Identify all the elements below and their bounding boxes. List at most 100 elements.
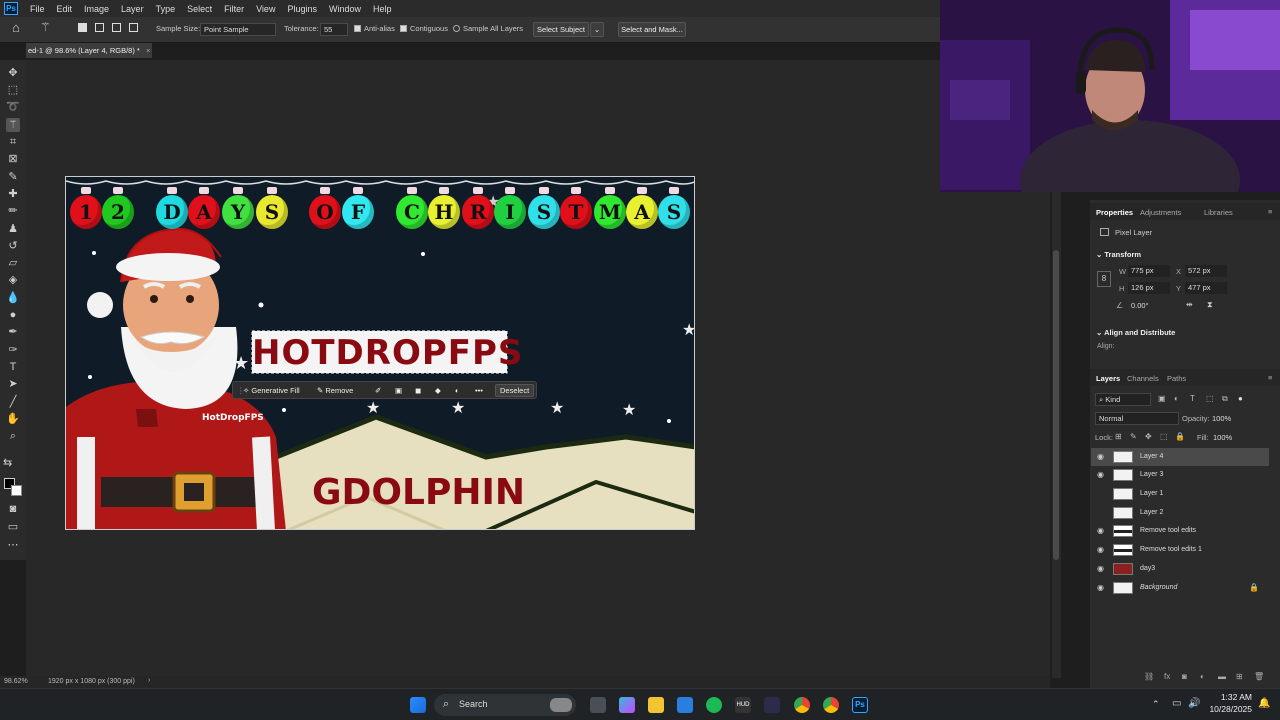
group-icon[interactable]: ▬ — [1218, 672, 1226, 681]
new-selection-icon[interactable] — [78, 23, 87, 32]
filter-toggle-icon[interactable]: ● — [1238, 394, 1243, 403]
menu-view[interactable]: View — [250, 4, 281, 14]
flip-vertical-icon[interactable]: ⧗ — [1207, 300, 1213, 310]
anti-alias-checkbox[interactable]: Anti-alias — [354, 23, 395, 35]
adjustment-layer-icon[interactable]: ◐ — [1200, 672, 1205, 681]
menu-file[interactable]: File — [24, 4, 51, 14]
generative-fill-button[interactable]: ✧ Generative Fill — [243, 385, 300, 396]
blend-mode-select[interactable]: Normal — [1095, 412, 1179, 425]
tolerance-input[interactable]: 55 — [320, 23, 348, 36]
windows-start-icon[interactable] — [410, 697, 426, 713]
quick-mask-icon[interactable]: ◙ — [6, 502, 20, 516]
contiguous-checkbox[interactable]: Contiguous — [400, 23, 448, 35]
marquee-tool-icon[interactable]: ⬚ — [6, 83, 20, 97]
layer-row[interactable]: ◉ Background 🔒 — [1091, 579, 1269, 597]
screen-mode-icon[interactable]: ▭ — [6, 520, 20, 534]
sample-all-layers-checkbox[interactable]: Sample All Layers — [453, 23, 523, 35]
menu-layer[interactable]: Layer — [115, 4, 150, 14]
history-brush-icon[interactable]: ↺ — [6, 239, 20, 253]
app-icon[interactable] — [764, 697, 780, 713]
layer-row[interactable]: ◉ day3 — [1091, 560, 1269, 578]
new-layer-icon[interactable]: ⊞ — [1236, 672, 1243, 681]
panel-menu-icon[interactable]: ≡ — [1268, 207, 1272, 216]
link-layers-icon[interactable]: ⛓ — [1144, 672, 1154, 681]
flip-horizontal-icon[interactable]: ⇹ — [1186, 300, 1193, 309]
eyedropper-tool-icon[interactable]: ✎ — [6, 170, 20, 184]
home-icon[interactable]: ⌂ — [12, 21, 20, 34]
notepad-icon[interactable] — [677, 697, 693, 713]
deselect-button[interactable]: Deselect — [495, 384, 535, 397]
height-input[interactable]: 126 px — [1128, 282, 1170, 294]
zoom-tool-icon[interactable]: ⌕ — [6, 429, 20, 443]
chrome-icon-2[interactable] — [823, 697, 839, 713]
pen-tool-icon[interactable]: ✒ — [6, 325, 20, 339]
eye-icon[interactable]: ◉ — [1097, 448, 1104, 466]
zoom-level[interactable]: 98.62% — [4, 678, 28, 685]
align-section[interactable]: ⌄ Align and Distribute — [1096, 328, 1175, 337]
menu-type[interactable]: Type — [150, 4, 182, 14]
swap-colors-icon[interactable]: ⇆ — [3, 456, 12, 469]
fill-input[interactable]: 100% — [1213, 431, 1245, 444]
menu-help[interactable]: Help — [367, 4, 398, 14]
edit-toolbar-icon[interactable]: ⋯ — [6, 538, 20, 552]
filter-shape-icon[interactable]: ⬚ — [1206, 394, 1214, 403]
menu-plugins[interactable]: Plugins — [281, 4, 323, 14]
clock-time[interactable]: 1:32 AM — [1200, 692, 1252, 702]
eraser-tool-icon[interactable]: ▱ — [6, 256, 20, 270]
layer-row[interactable]: ◉ Layer 3 — [1091, 466, 1269, 484]
notification-icon[interactable]: 🔔 — [1258, 698, 1270, 709]
clock-date[interactable]: 10/28/2025 — [1200, 704, 1252, 714]
menu-window[interactable]: Window — [323, 4, 367, 14]
more-options-button[interactable]: ••• — [475, 385, 483, 396]
type-tool-icon[interactable]: T — [6, 360, 20, 374]
crop-tool-icon[interactable]: ⌗ — [6, 135, 20, 149]
width-input[interactable]: 775 px — [1128, 265, 1170, 277]
spotify-icon[interactable] — [706, 697, 722, 713]
document-canvas[interactable]: ★ ★ ★ ★ ★ ★ ★ 1 2 D A Y S O F C H R I S … — [65, 176, 695, 530]
tab-layers[interactable]: Layers — [1096, 374, 1120, 383]
x-input[interactable]: 572 px — [1185, 265, 1227, 277]
magic-wand-tool-icon[interactable]: ⚚ — [6, 118, 20, 132]
menu-select[interactable]: Select — [181, 4, 218, 14]
menu-edit[interactable]: Edit — [51, 4, 79, 14]
blur-tool-icon[interactable]: 💧 — [6, 291, 20, 305]
modify-selection-icon[interactable]: ✐ — [375, 385, 381, 396]
layer-style-icon[interactable]: fx — [1164, 672, 1170, 681]
lasso-tool-icon[interactable]: ➰ — [6, 100, 20, 114]
copilot-icon[interactable] — [619, 697, 635, 713]
adjustment-icon[interactable]: ◐ — [455, 385, 460, 396]
select-subject-button[interactable]: Select Subject — [533, 22, 589, 37]
layer-row[interactable]: ◉ Layer 4 — [1091, 448, 1269, 466]
tab-adjustments[interactable]: Adjustments — [1140, 208, 1181, 217]
panel-menu-icon[interactable]: ≡ — [1268, 373, 1272, 382]
close-icon[interactable]: × — [146, 46, 150, 55]
y-input[interactable]: 477 px — [1185, 282, 1227, 294]
add-selection-icon[interactable] — [95, 23, 104, 32]
eye-icon[interactable]: ◉ — [1097, 560, 1104, 578]
lock-transparent-icon[interactable]: ⊞ — [1115, 432, 1122, 441]
hud-fx-icon[interactable]: HUD — [735, 697, 751, 713]
frame-tool-icon[interactable]: ⊠ — [6, 152, 20, 166]
file-explorer-icon[interactable] — [648, 697, 664, 713]
line-tool-icon[interactable]: ╱ — [6, 395, 20, 409]
chevron-down-icon[interactable]: ⌄ — [590, 22, 604, 37]
volume-icon[interactable]: 🔊 — [1188, 698, 1200, 709]
select-and-mask-button[interactable]: Select and Mask... — [618, 22, 686, 37]
photoshop-icon[interactable]: Ps — [852, 697, 868, 713]
expand-selection-icon[interactable]: ▣ — [395, 385, 402, 396]
lock-position-icon[interactable]: ✥ — [1145, 432, 1152, 441]
layer-row[interactable]: ◉ Remove tool edits 1 — [1091, 541, 1269, 559]
pen-tool-2-icon[interactable]: ✑ — [6, 343, 20, 357]
subtract-selection-icon[interactable] — [112, 23, 121, 32]
lock-pixels-icon[interactable]: ✎ — [1130, 432, 1137, 441]
fill-icon[interactable]: ◆ — [435, 385, 441, 396]
chrome-icon[interactable] — [794, 697, 810, 713]
chevron-up-icon[interactable]: ⌃ — [1152, 699, 1160, 710]
filter-type-icon[interactable]: T — [1190, 394, 1195, 403]
filter-adjustment-icon[interactable]: ◐ — [1174, 394, 1179, 403]
link-icon[interactable]: 8 — [1097, 271, 1111, 287]
tab-paths[interactable]: Paths — [1167, 374, 1186, 383]
network-icon[interactable]: ▭ — [1172, 698, 1181, 709]
remove-button[interactable]: ✎ Remove — [317, 385, 353, 396]
layer-row[interactable]: Layer 2 — [1091, 504, 1269, 522]
